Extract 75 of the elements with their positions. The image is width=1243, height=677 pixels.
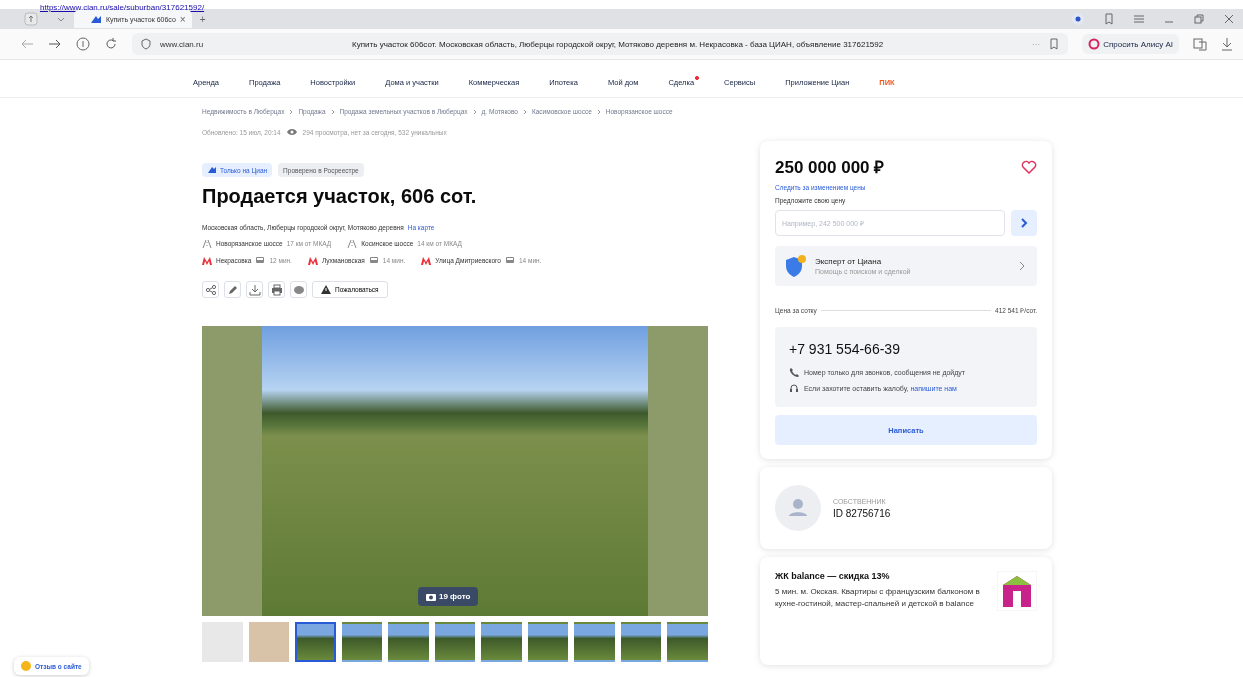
reload-icon[interactable] xyxy=(104,37,118,51)
headset-icon xyxy=(789,383,799,393)
forward-icon[interactable] xyxy=(48,38,62,50)
url-text: www.cian.ru xyxy=(160,39,204,49)
phone-number: +7 931 554-66-39 xyxy=(789,341,901,357)
promo-text: 5 мин. м. Окская. Квартиры с французским балконом в кухне-гостиной, мастер-спальней и детской в balance xyxy=(775,586,981,611)
road-icon xyxy=(347,239,358,248)
share-icon xyxy=(204,283,217,296)
listing-title: Продается участок, 606 сот. xyxy=(202,185,478,208)
phone-icon xyxy=(789,367,799,377)
download-icon xyxy=(248,283,261,296)
metro-icon xyxy=(421,256,432,265)
thumbnail[interactable] xyxy=(434,622,476,662)
print-icon xyxy=(270,283,283,296)
thumbnail[interactable] xyxy=(295,622,336,662)
share-button[interactable] xyxy=(202,281,219,298)
shield-icon xyxy=(140,38,152,50)
close-tab-button[interactable]: × xyxy=(179,13,186,25)
car-icon xyxy=(504,256,515,265)
print-button[interactable] xyxy=(268,281,285,298)
photo-count-badge[interactable]: 19 фото xyxy=(418,587,479,606)
thumbnail[interactable] xyxy=(388,622,429,662)
bookmark-panel-icon[interactable] xyxy=(1103,13,1115,25)
back-icon[interactable] xyxy=(20,38,34,50)
pencil-button[interactable] xyxy=(224,281,241,298)
promo-card[interactable]: ЖК balance — скидка 13% 5 мин. м. Окская. Квартиры с французским балконом в кухне-гостиной, мастер-спальней и детской в balance xyxy=(760,557,1052,665)
pencil-icon xyxy=(226,283,239,296)
thumbnail[interactable] xyxy=(620,622,662,662)
metro-icon xyxy=(202,256,212,265)
close-icon[interactable] xyxy=(1223,13,1235,25)
chevron-right-icon xyxy=(522,108,527,115)
smiley-icon xyxy=(21,661,31,671)
price-text: 250 000 000 ₽ xyxy=(775,157,885,178)
heart-icon[interactable] xyxy=(1021,159,1037,174)
promo-title: ЖК balance — скидка 13% xyxy=(775,571,891,581)
chevron-right-icon xyxy=(330,108,335,115)
logo-icon xyxy=(90,14,102,24)
car-icon xyxy=(255,256,266,265)
address-field[interactable]: www.cian.ru Купить участок 606сот. Московская область, Люберцы городской округ, Мотяково деревня м. Некрасовка - база ЦИАН, объявление 317621592 ··· xyxy=(132,33,1069,55)
new-tab-button[interactable]: + xyxy=(199,13,206,25)
warning-icon xyxy=(321,285,331,294)
thumbnail[interactable] xyxy=(341,622,383,662)
thumbnail[interactable] xyxy=(527,622,569,662)
car-icon xyxy=(368,256,379,265)
chevron-right-icon xyxy=(596,108,601,115)
ask-alice-button[interactable]: Спросить Алису AI xyxy=(1082,34,1179,54)
camera-icon xyxy=(426,592,436,601)
chevron-right-icon xyxy=(289,108,294,115)
thumbnail[interactable] xyxy=(481,622,522,662)
thumbnail[interactable] xyxy=(574,622,615,662)
chevron-right-icon xyxy=(1020,218,1028,228)
metro-icon xyxy=(307,256,318,265)
avatar-icon xyxy=(775,485,821,531)
logo-icon xyxy=(207,166,217,174)
bookmark-icon[interactable] xyxy=(1048,38,1061,50)
eye-icon xyxy=(285,127,298,137)
restore-icon[interactable] xyxy=(1193,13,1205,25)
chevron-right-icon xyxy=(1019,261,1025,271)
submit-offer-button[interactable] xyxy=(1011,210,1037,236)
record-icon[interactable] xyxy=(1071,12,1085,26)
ring-icon xyxy=(1088,38,1101,50)
download-icon[interactable] xyxy=(1221,37,1233,51)
shield-badge-icon xyxy=(783,254,807,278)
owner-id: ID 82756716 xyxy=(833,507,891,519)
menu-icon[interactable] xyxy=(1133,13,1145,25)
developer-logo-icon xyxy=(997,571,1037,611)
download-button[interactable] xyxy=(246,281,263,298)
road-icon xyxy=(202,239,212,248)
source-link[interactable]: https://www.cian.ru/sale/suburban/317621592/ xyxy=(40,3,205,12)
expert-title: Эксперт от Циана xyxy=(815,257,883,266)
thumbnail[interactable] xyxy=(248,622,290,662)
tab-list-icon[interactable] xyxy=(24,12,38,26)
page-title: Купить участок 606сот. Московская область, Люберцы городской округ, Мотяково деревня м. Некрасовка - база ЦИАН, объявление 317621592 xyxy=(351,39,885,49)
thumbnail[interactable] xyxy=(667,622,708,662)
chevron-right-icon xyxy=(472,108,477,115)
